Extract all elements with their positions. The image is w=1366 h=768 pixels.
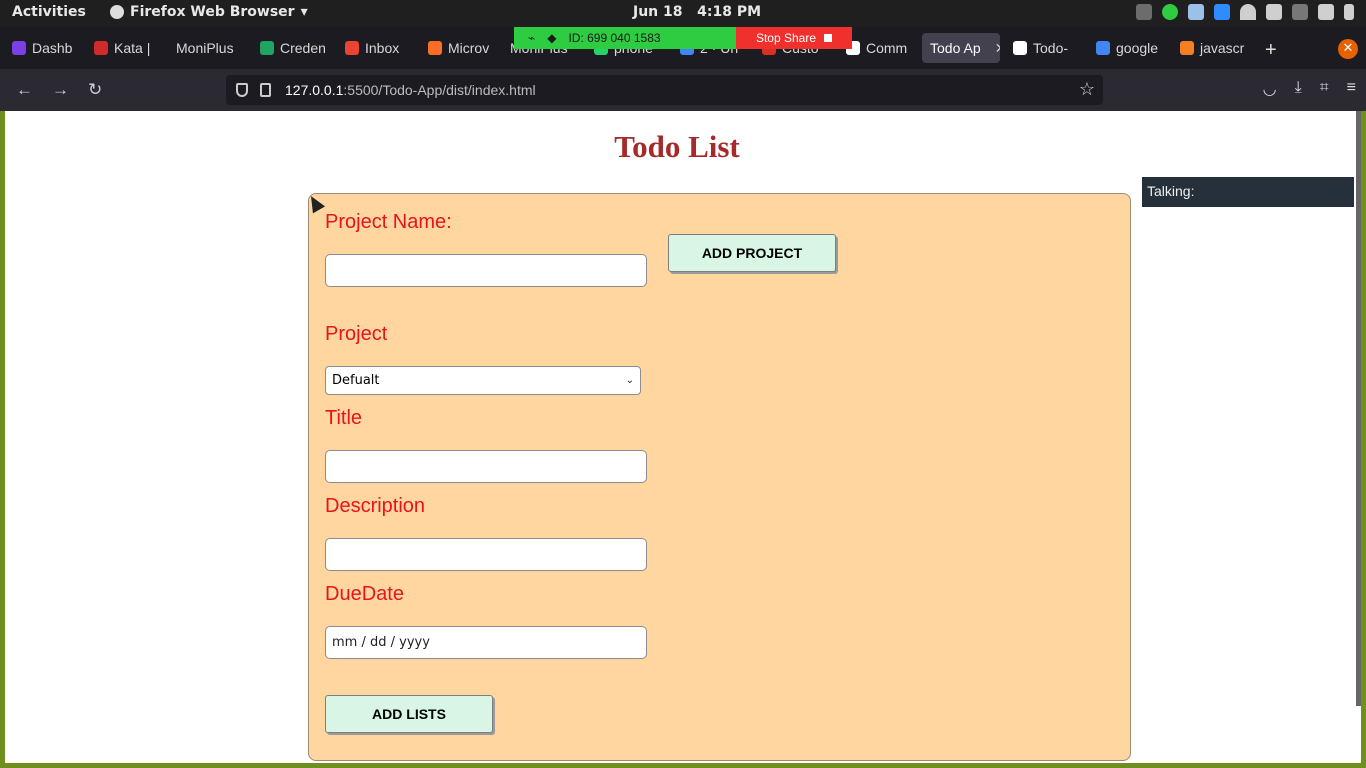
project-select-value: Defualt [332, 373, 380, 388]
tab-2[interactable]: MoniPlus [168, 33, 254, 63]
add-lists-button[interactable]: ADD LISTS [325, 695, 493, 733]
tab-label: Inbox [365, 40, 400, 56]
description-label: Description [325, 495, 426, 517]
microphone-icon[interactable] [1292, 4, 1308, 20]
extension-icon[interactable]: ⌗ [1320, 79, 1329, 99]
tab-label: Dashb [32, 40, 73, 56]
app-menu-label: Firefox Web Browser [130, 4, 295, 20]
description-input[interactable] [325, 538, 647, 571]
page-title: Todo List [614, 129, 740, 164]
add-project-button[interactable]: ADD PROJECT [668, 234, 836, 272]
url-path: :5500/Todo-App/dist/index.html [343, 82, 536, 98]
new-tab-button[interactable]: + [1265, 39, 1277, 62]
toolbar-right: ◡ ⤓ ⌗ ≡ [1263, 79, 1356, 99]
tab-12[interactable]: Todo- [1005, 33, 1085, 63]
close-tab-icon[interactable]: ✕ [995, 40, 1000, 57]
share-shield-icon: ◆ [547, 31, 557, 45]
project-name-input[interactable] [325, 254, 647, 287]
stop-icon [824, 34, 833, 42]
share-signal-icon: ⌁ [528, 31, 536, 45]
tab-label: Todo- [1033, 40, 1069, 56]
system-tray[interactable] [1136, 4, 1354, 20]
tab-1[interactable]: Kata | [86, 33, 166, 63]
page-scrollbar[interactable] [1356, 111, 1361, 706]
close-window-button[interactable]: ✕ [1338, 39, 1358, 59]
url-text[interactable]: 127.0.0.1:5500/Todo-App/dist/index.html [285, 82, 536, 98]
chevron-down-icon: ⌄ [625, 375, 634, 386]
clock-time: 4:18 PM [697, 4, 762, 20]
tab-favicon-icon [260, 41, 274, 55]
clock[interactable]: Jun 18 4:18 PM [633, 4, 761, 20]
tab-label: Comm [866, 40, 908, 56]
activities-button[interactable]: Activities [12, 4, 86, 20]
todo-form-panel: Project Name: ADD PROJECT Project Defual… [308, 193, 1131, 761]
reload-icon[interactable]: ↻ [88, 80, 102, 100]
forward-icon[interactable]: → [52, 80, 69, 100]
bookmark-star-icon[interactable]: ☆ [1079, 79, 1095, 100]
clock-date: Jun 18 [633, 4, 683, 20]
app-menu[interactable]: Firefox Web Browser ▾ [110, 4, 308, 20]
url-bar[interactable]: 127.0.0.1:5500/Todo-App/dist/index.html … [226, 75, 1103, 105]
tracking-shield-icon[interactable] [236, 83, 248, 97]
chevron-down-icon[interactable] [1344, 4, 1354, 20]
navigation-bar: ← → ↻ 127.0.0.1:5500/Todo-App/dist/index… [0, 69, 1366, 111]
pocket-icon[interactable]: ◡ [1263, 79, 1277, 99]
tab-label: Todo Ap [930, 40, 981, 56]
tab-4[interactable]: Inbox [337, 33, 417, 63]
talking-indicator: Talking: [1142, 177, 1354, 207]
tab-favicon-icon [345, 41, 359, 55]
battery-icon[interactable] [1318, 4, 1334, 20]
project-name-label: Project Name: [325, 211, 452, 233]
project-label: Project [325, 323, 388, 345]
screen-share-banner: ⌁ ◆ ID: 699 040 1583 Stop Share [514, 27, 852, 49]
title-input[interactable] [325, 450, 647, 483]
system-top-bar: Activities Firefox Web Browser ▾ Jun 18 … [0, 0, 1366, 27]
tab-13[interactable]: google [1088, 33, 1168, 63]
tab-label: Creden [280, 40, 326, 56]
tab-label: google [1116, 40, 1159, 56]
caret-down-icon: ▾ [300, 4, 308, 20]
display-icon[interactable] [1136, 4, 1152, 20]
page-info-icon[interactable] [260, 83, 271, 97]
duedate-label: DueDate [325, 583, 404, 605]
tab-0[interactable]: Dashb [4, 33, 84, 63]
tab-14[interactable]: javascr [1172, 33, 1252, 63]
tab-label: javascr [1200, 40, 1245, 56]
stop-share-button[interactable]: Stop Share [736, 27, 852, 49]
title-label: Title [325, 407, 363, 429]
tab-favicon-icon [428, 41, 442, 55]
back-icon[interactable]: ← [16, 80, 33, 100]
tab-11-active[interactable]: Todo Ap ✕ [922, 33, 1000, 63]
stackoverflow-icon [1180, 41, 1194, 55]
stop-share-label: Stop Share [755, 31, 817, 45]
github-icon [1013, 41, 1027, 55]
tab-favicon-icon [94, 41, 108, 55]
web-page: Todo List Project Name: ADD PROJECT Proj… [5, 111, 1361, 763]
tab-favicon-icon [12, 41, 26, 55]
tab-label: Kata | [114, 40, 151, 56]
url-host: 127.0.0.1 [285, 82, 344, 98]
share-id-panel: ⌁ ◆ ID: 699 040 1583 [514, 27, 736, 49]
project-select[interactable]: Defualt ⌄ [325, 366, 641, 395]
slack-icon[interactable] [1188, 4, 1204, 20]
share-id: ID: 699 040 1583 [568, 31, 661, 45]
downloads-icon[interactable]: ⤓ [1295, 79, 1302, 99]
duedate-placeholder: mm / dd / yyyy [332, 635, 430, 650]
google-icon [1096, 41, 1110, 55]
menu-icon[interactable]: ≡ [1347, 79, 1356, 99]
firefox-icon [110, 5, 124, 19]
volume-icon[interactable] [1266, 4, 1282, 20]
tab-5[interactable]: Microv [420, 33, 500, 63]
tab-3[interactable]: Creden [252, 33, 332, 63]
wifi-icon[interactable] [1240, 4, 1256, 20]
tab-label: Microv [448, 40, 490, 56]
duedate-input[interactable]: mm / dd / yyyy [325, 626, 647, 659]
shield-check-icon[interactable] [1162, 4, 1178, 20]
tab-label: MoniPlus [176, 40, 234, 56]
zoom-icon[interactable] [1214, 4, 1230, 20]
